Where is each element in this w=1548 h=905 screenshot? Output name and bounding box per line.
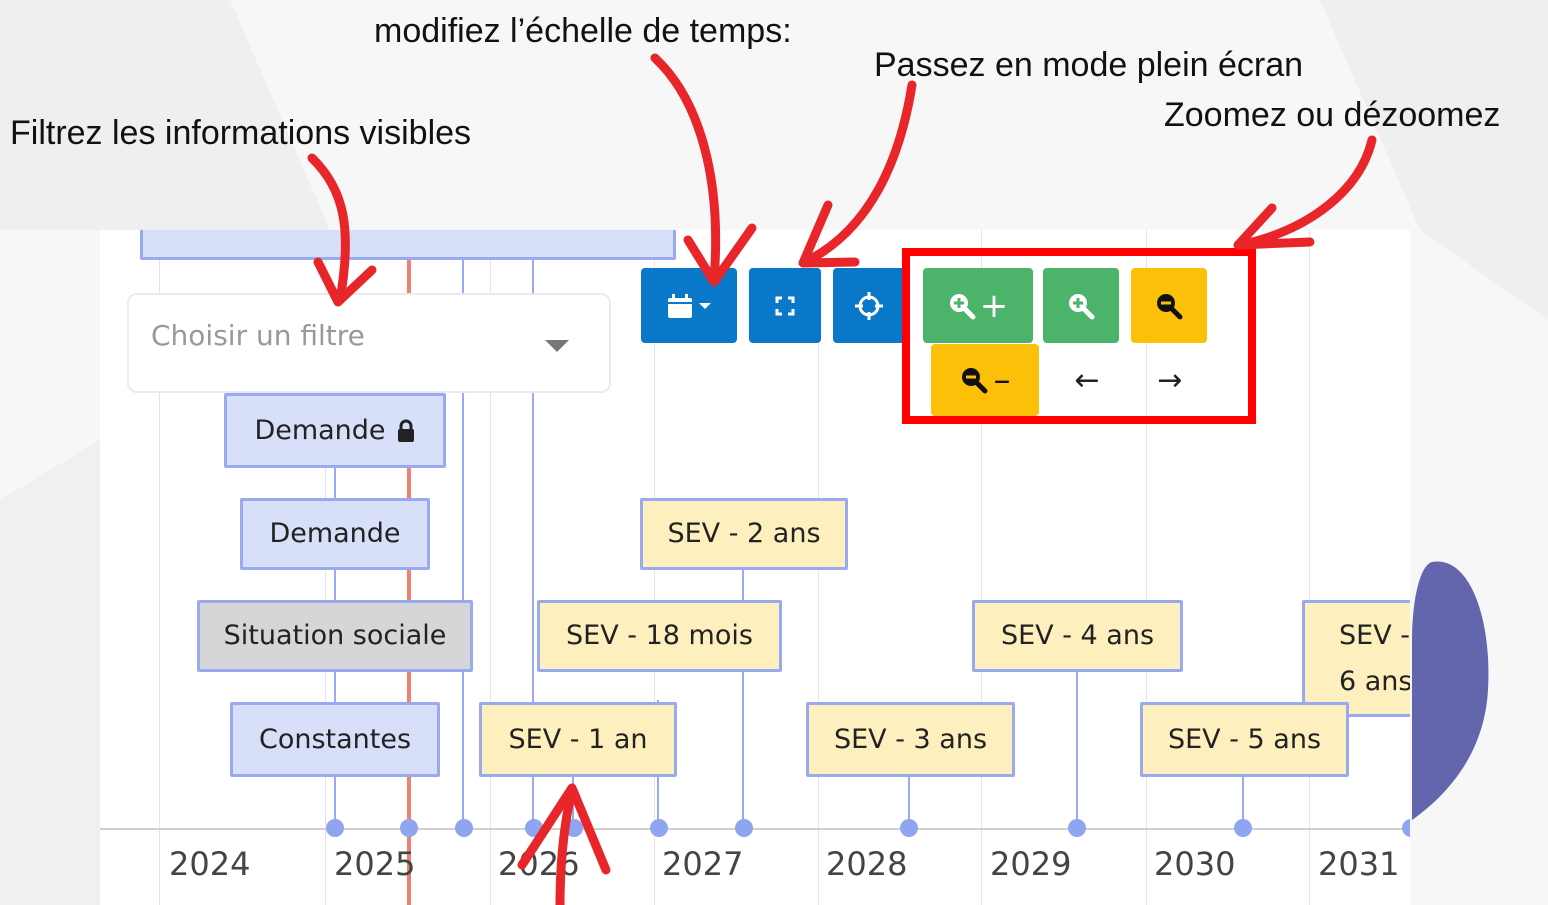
item-situation-sociale[interactable]: Situation sociale: [197, 600, 473, 672]
timeline-dot: [565, 819, 583, 837]
timeline-dot: [1402, 819, 1410, 837]
item-sev-4-ans[interactable]: SEV - 4 ans: [972, 600, 1183, 672]
item-sev-18-mois[interactable]: SEV - 18 mois: [537, 600, 782, 672]
year-label: 2029: [990, 845, 1072, 883]
timeline-dot: [525, 819, 543, 837]
annotation-filter: Filtrez les informations visibles: [10, 114, 472, 152]
filter-select[interactable]: Choisir un filtre: [127, 293, 611, 393]
purple-blob: [1412, 561, 1489, 820]
timeline-dot: [1068, 819, 1086, 837]
annotation-zoom: Zoomez ou dézoomez: [1164, 96, 1501, 134]
item-sev-6-ans[interactable]: SEV - 6 ans: [1302, 600, 1410, 717]
year-label: 2030: [1154, 845, 1236, 883]
timeline-dot: [326, 819, 344, 837]
year-label: 2026: [498, 845, 580, 883]
crosshair-icon: [855, 291, 883, 320]
item-sev-3-ans[interactable]: SEV - 3 ans: [806, 702, 1015, 777]
expand-icon: [775, 296, 795, 315]
year-label: 2031: [1318, 845, 1400, 883]
top-partial-item[interactable]: [140, 230, 676, 260]
filter-placeholder: Choisir un filtre: [151, 319, 365, 352]
item-demande[interactable]: Demande: [240, 498, 430, 570]
item-constantes[interactable]: Constantes: [230, 702, 440, 777]
caret-down-icon: [699, 302, 711, 309]
chevron-down-icon: [545, 340, 569, 352]
item-sev-2-ans[interactable]: SEV - 2 ans: [640, 498, 848, 570]
timeline-dot: [900, 819, 918, 837]
connector-line: [1076, 670, 1078, 828]
fullscreen-button[interactable]: [749, 268, 821, 343]
timeline-dot: [735, 819, 753, 837]
timeline-dot: [400, 819, 418, 837]
recenter-button[interactable]: [833, 268, 905, 343]
item-sev-1-an[interactable]: SEV - 1 an: [479, 702, 677, 777]
timeline-dot: [650, 819, 668, 837]
year-label: 2027: [662, 845, 744, 883]
year-label: 2028: [826, 845, 908, 883]
annotation-fullscreen: Passez en mode plein écran: [874, 46, 1304, 84]
timeline-dot: [1234, 819, 1252, 837]
item-sev-5-ans[interactable]: SEV - 5 ans: [1140, 702, 1349, 777]
zoom-highlight-box: [902, 248, 1256, 424]
item-demande-locked[interactable]: Demande: [224, 393, 446, 468]
time-axis: [100, 828, 1410, 830]
calendar-icon: [668, 293, 692, 318]
year-label: 2024: [169, 845, 251, 883]
year-label: 2025: [334, 845, 416, 883]
annotation-time-scale: modifiez l’échelle de temps:: [374, 12, 792, 50]
timeline-dot: [455, 819, 473, 837]
grid-line: [1309, 230, 1310, 905]
lock-icon: [397, 419, 414, 442]
time-scale-button[interactable]: [641, 268, 737, 343]
